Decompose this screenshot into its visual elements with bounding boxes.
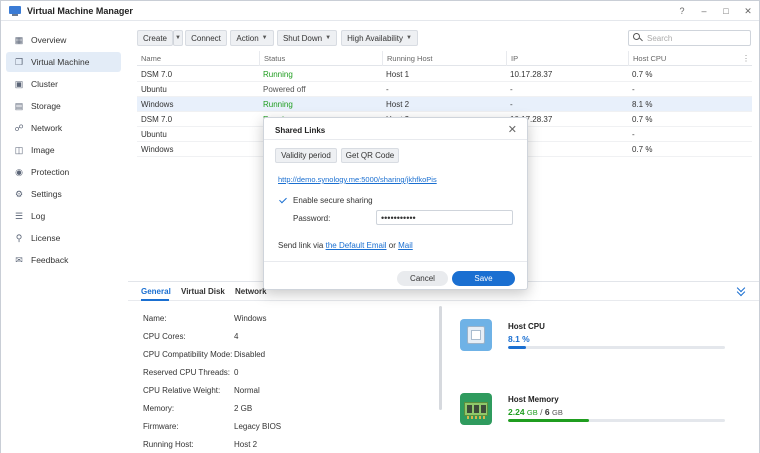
password-label: Password: [293, 214, 331, 223]
secure-sharing-label: Enable secure sharing [293, 196, 373, 205]
send-link-line: Send link via the Default Email or Mail [278, 241, 413, 250]
dialog-divider [264, 139, 527, 140]
secure-sharing-checkbox[interactable] [279, 195, 288, 205]
dialog-close-icon[interactable]: ✕ [508, 123, 517, 136]
validity-period-button[interactable]: Validity period [275, 148, 337, 163]
dialog-footer-divider [264, 261, 527, 262]
get-qr-code-button[interactable]: Get QR Code [341, 148, 399, 163]
validity-period-label: Validity period [281, 151, 331, 160]
share-link[interactable]: http://demo.synology.me:5000/sharing/jkh… [278, 175, 437, 184]
send-link-or: or [388, 241, 396, 250]
get-qr-code-label: Get QR Code [345, 151, 395, 160]
cancel-label: Cancel [410, 274, 435, 283]
save-label: Save [474, 274, 493, 283]
default-email-link[interactable]: the Default Email [326, 241, 387, 250]
dialog-layer: Shared Links ✕ Validity period Get QR Co… [0, 0, 760, 453]
mail-link[interactable]: Mail [398, 241, 413, 250]
checkmark-icon [279, 195, 287, 204]
password-field[interactable] [376, 210, 513, 225]
cancel-button[interactable]: Cancel [397, 271, 448, 286]
dialog-title: Shared Links [275, 126, 326, 135]
send-link-prefix: Send link via [278, 241, 324, 250]
shared-links-dialog: Shared Links ✕ Validity period Get QR Co… [263, 117, 528, 290]
save-button[interactable]: Save [452, 271, 515, 286]
